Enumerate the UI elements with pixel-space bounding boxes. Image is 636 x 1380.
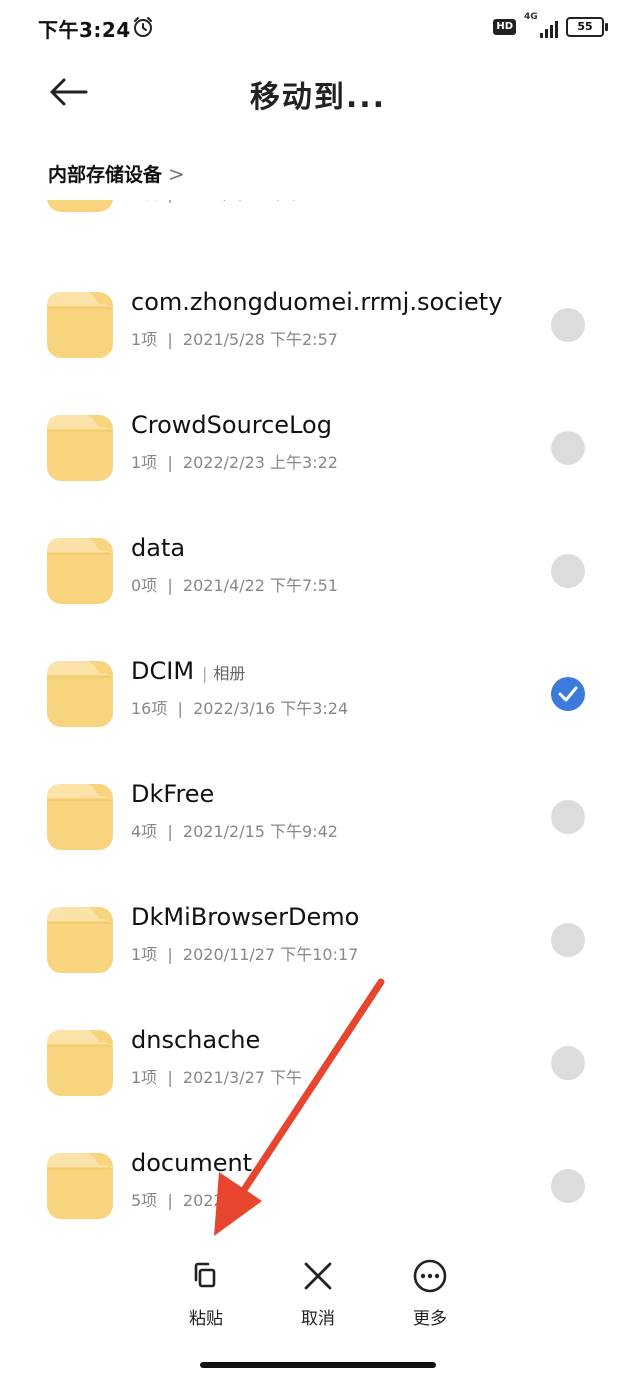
- status-time: 下午3:24: [38, 18, 131, 42]
- bottom-action-bar: 粘贴 取消 更多: [0, 1240, 636, 1380]
- folder-icon: [47, 538, 113, 604]
- folder-row[interactable]: document 5项 | 2022: [0, 1127, 636, 1223]
- folder-name-text: DkFree: [131, 780, 215, 808]
- more-button[interactable]: 更多: [390, 1258, 470, 1329]
- radio-unchecked[interactable]: [551, 923, 585, 957]
- folder-name-text: dnschache: [131, 1026, 261, 1054]
- folder-meta: 1项 | 2020/11/27 下午10:17: [131, 945, 359, 964]
- cancel-button[interactable]: 取消: [278, 1258, 358, 1329]
- folder-meta: 1项 | 2021/5/28 下午2:57: [131, 330, 338, 349]
- folder-row[interactable]: DkMiBrowserDemo 1项 | 2020/11/27 下午10:17: [0, 881, 636, 977]
- alarm-icon: [134, 17, 152, 37]
- folder-row[interactable]: DkFree 4项 | 2021/2/15 下午9:42: [0, 758, 636, 854]
- home-indicator: [200, 1362, 436, 1368]
- folder-icon: [47, 1030, 113, 1096]
- folder-meta: 1项 | 2022/2/23 上午3:22: [131, 453, 338, 472]
- folder-tag-text: 相册: [213, 664, 246, 683]
- folder-name: DkMiBrowserDemo: [131, 903, 359, 931]
- radio-unchecked[interactable]: [551, 554, 585, 588]
- folder-meta: 16项 | 2022/3/16 下午3:24: [131, 699, 349, 718]
- folder-name: com.zhongduomei.rrmj.society: [131, 288, 502, 316]
- folder-icon: [47, 1153, 113, 1219]
- folder-meta: 4项 | 2021/2/15 下午9:42: [131, 822, 338, 841]
- folder-name: dnschache: [131, 1026, 260, 1054]
- folder-name-text: DkMiBrowserDemo: [131, 903, 360, 931]
- battery-level: 55: [577, 20, 593, 33]
- folder-row[interactable]: CrowdSourceLog 1项 | 2022/2/23 上午3:22: [0, 389, 636, 485]
- radio-unchecked[interactable]: [551, 431, 585, 465]
- folder-icon: [47, 292, 113, 358]
- folder-name: DkFree: [131, 780, 214, 808]
- paste-label: 粘贴: [189, 1309, 223, 1329]
- folder-row[interactable]: DCIM | 相册 16项 | 2022/3/16 下午3:24: [0, 635, 636, 731]
- folder-meta: 5项 | 2022: [131, 1191, 224, 1210]
- signal-icon: 4G: [524, 12, 558, 40]
- close-icon: [304, 1262, 332, 1290]
- folder-name: document: [131, 1149, 252, 1177]
- folder-meta: 0项 | 2021/4/22 下午7:51: [131, 576, 338, 595]
- radio-unchecked[interactable]: [551, 1046, 585, 1080]
- folder-row[interactable]: data 0项 | 2021/4/22 下午7:51: [0, 512, 636, 608]
- folder-row[interactable]: 1项 | 2021/5/18 下午9:58: [0, 200, 636, 216]
- breadcrumb[interactable]: 内部存储设备 >: [48, 160, 185, 187]
- radio-unchecked[interactable]: [551, 308, 585, 342]
- more-label: 更多: [413, 1309, 447, 1329]
- status-bar: 下午3:24 HD 4G 55: [0, 0, 636, 56]
- chevron-right-icon: >: [168, 161, 185, 186]
- page-title: 移动到...: [249, 80, 387, 115]
- radio-unchecked[interactable]: [551, 1169, 585, 1203]
- checkmark-icon: [558, 686, 578, 702]
- folder-row[interactable]: com.zhongduomei.rrmj.society 1项 | 2021/5/…: [0, 266, 636, 362]
- folder-icon: [47, 907, 113, 973]
- folder-meta: 1项 | 2021/3/27 下午: [131, 1068, 303, 1087]
- radio-checked[interactable]: [551, 677, 585, 711]
- folder-row[interactable]: dnschache 1项 | 2021/3/27 下午: [0, 1004, 636, 1100]
- folder-name-text: CrowdSourceLog: [131, 411, 332, 439]
- folder-name-text: DCIM: [131, 657, 195, 685]
- battery-icon: 55: [566, 17, 608, 37]
- paste-icon: [194, 1262, 216, 1288]
- folder-icon: [47, 784, 113, 850]
- cancel-label: 取消: [301, 1309, 335, 1329]
- folder-icon: [47, 415, 113, 481]
- folder-list[interactable]: 1项 | 2021/5/18 下午9:58 com.zhongduomei.rrm…: [0, 200, 636, 1240]
- folder-tag: | 相册: [202, 664, 246, 683]
- folder-name-text: com.zhongduomei.rrmj.society: [131, 288, 503, 316]
- radio-unchecked[interactable]: [551, 800, 585, 834]
- folder-name: data: [131, 534, 185, 562]
- network-type: 4G: [524, 12, 538, 22]
- folder-icon: [47, 200, 113, 212]
- folder-name-text: data: [131, 534, 186, 562]
- folder-name: CrowdSourceLog: [131, 411, 332, 439]
- folder-name: DCIM | 相册: [131, 657, 245, 685]
- folder-meta: 1项 | 2021/5/18 下午9:58: [131, 200, 338, 204]
- folder-icon: [47, 661, 113, 727]
- more-icon: [413, 1259, 447, 1293]
- paste-button[interactable]: 粘贴: [166, 1258, 246, 1329]
- hd-badge: HD: [493, 19, 516, 35]
- breadcrumb-label: 内部存储设备: [48, 164, 163, 186]
- status-indicators: HD 4G 55: [493, 12, 608, 40]
- folder-name-text: document: [131, 1149, 253, 1177]
